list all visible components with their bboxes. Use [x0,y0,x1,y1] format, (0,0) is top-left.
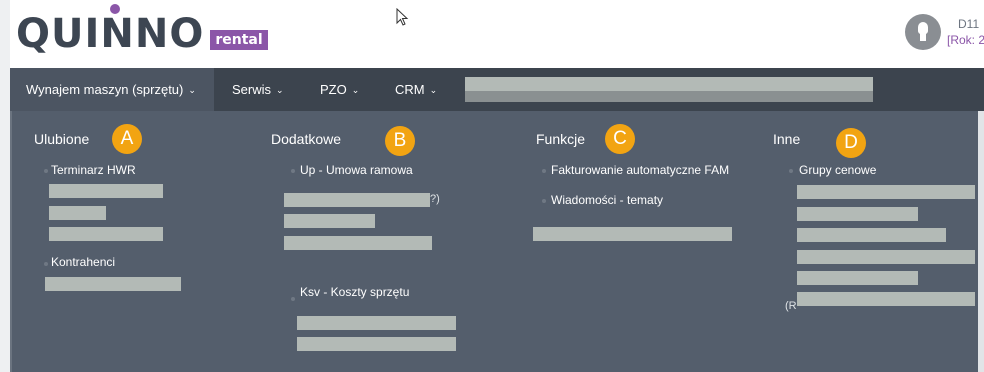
nav-tab-label: PZO [320,82,347,97]
redacted-menu-link[interactable] [49,206,106,220]
nav-tab-label: Serwis [232,82,272,97]
list-bullet [44,169,48,173]
chevron-down-icon: ⌄ [276,85,284,95]
column-title-inne: Inne [773,131,801,147]
annotation-badge-c: C [605,124,635,154]
redacted-menu-link[interactable] [49,227,163,241]
menu-link-terminarz-hwr[interactable]: Terminarz HWR [51,163,136,177]
column-title-funkcje: Funkcje [536,131,586,147]
list-bullet [542,169,546,173]
menu-link-wiadomosci-tematy[interactable]: Wiadomości - tematy [551,193,663,207]
app-header: QUINNO rental D11 [Rok: 2 [10,0,984,68]
redacted-menu-link[interactable] [797,207,918,221]
main-nav-bar: Wynajem maszyn (sprzętu) ⌄ Serwis ⌄ PZO ⌄ C… [10,68,984,111]
menu-link-kontrahenci[interactable]: Kontrahenci [51,255,115,269]
list-bullet [789,169,793,173]
redacted-menu-link[interactable] [533,227,732,241]
menu-left-edge [10,111,12,372]
user-id-label: D11 [958,17,980,31]
nav-tab-label: CRM [395,82,425,97]
annotation-badge-d: D [836,128,866,158]
redacted-menu-link[interactable] [284,236,432,250]
annotation-badge-b: B [385,126,415,156]
redacted-menu-link[interactable] [797,185,975,199]
redacted-menu-link[interactable] [284,193,430,207]
logo-wordmark: QUINNO [16,11,205,57]
nav-tab-label: Wynajem maszyn (sprzętu) [26,82,184,97]
mouse-pointer-icon [396,8,409,26]
list-bullet [44,262,48,266]
column-title-ulubione: Ulubione [34,131,90,147]
nav-tab-wynajem[interactable]: Wynajem maszyn (sprzętu) ⌄ [10,68,214,111]
logo-dot [110,4,120,14]
avatar-neck-shape [920,33,926,41]
menu-link-fakturowanie[interactable]: Fakturowanie automatyczne FAM [551,163,729,177]
menu-link-umowa-ramowa[interactable]: Up - Umowa ramowa [300,163,413,177]
truncated-text-fragment: (R [785,300,797,312]
redacted-menu-link[interactable] [49,184,163,198]
redacted-menu-link[interactable] [297,337,456,351]
nav-tab-pzo[interactable]: PZO ⌄ [320,68,359,111]
redacted-nav-item [465,91,873,102]
scrollbar-track[interactable] [978,111,984,372]
list-bullet [291,169,295,173]
app-logo[interactable]: QUINNO rental [16,4,268,57]
redacted-menu-link[interactable] [797,292,975,306]
chevron-down-icon: ⌄ [188,85,196,95]
annotation-badge-a: A [112,124,142,154]
user-year-label: [Rok: 2 [947,33,984,47]
list-bullet [291,297,295,301]
redacted-menu-link[interactable] [297,316,456,330]
redacted-menu-link[interactable] [797,250,975,264]
redacted-nav-item[interactable] [465,77,873,91]
redacted-menu-link[interactable] [797,228,946,242]
menu-link-koszty-sprzetu[interactable]: Ksv - Koszty sprzętu [300,285,409,299]
nav-tab-serwis[interactable]: Serwis ⌄ [232,68,284,111]
chevron-down-icon: ⌄ [429,85,438,95]
menu-link-grupy-cenowe[interactable]: Grupy cenowe [799,163,876,177]
user-avatar-icon[interactable] [905,14,941,50]
redacted-menu-link[interactable] [45,277,181,291]
nav-tab-crm[interactable]: CRM ⌄ [395,68,437,111]
truncated-text-fragment: ?) [430,193,440,205]
logo-rental-badge: rental [210,30,268,50]
column-title-dodatkowe: Dodatkowe [271,131,342,147]
redacted-menu-link[interactable] [797,271,918,285]
left-edge-strip [0,0,10,372]
list-bullet [542,199,546,203]
redacted-menu-link[interactable] [284,214,375,228]
chevron-down-icon: ⌄ [351,85,360,95]
